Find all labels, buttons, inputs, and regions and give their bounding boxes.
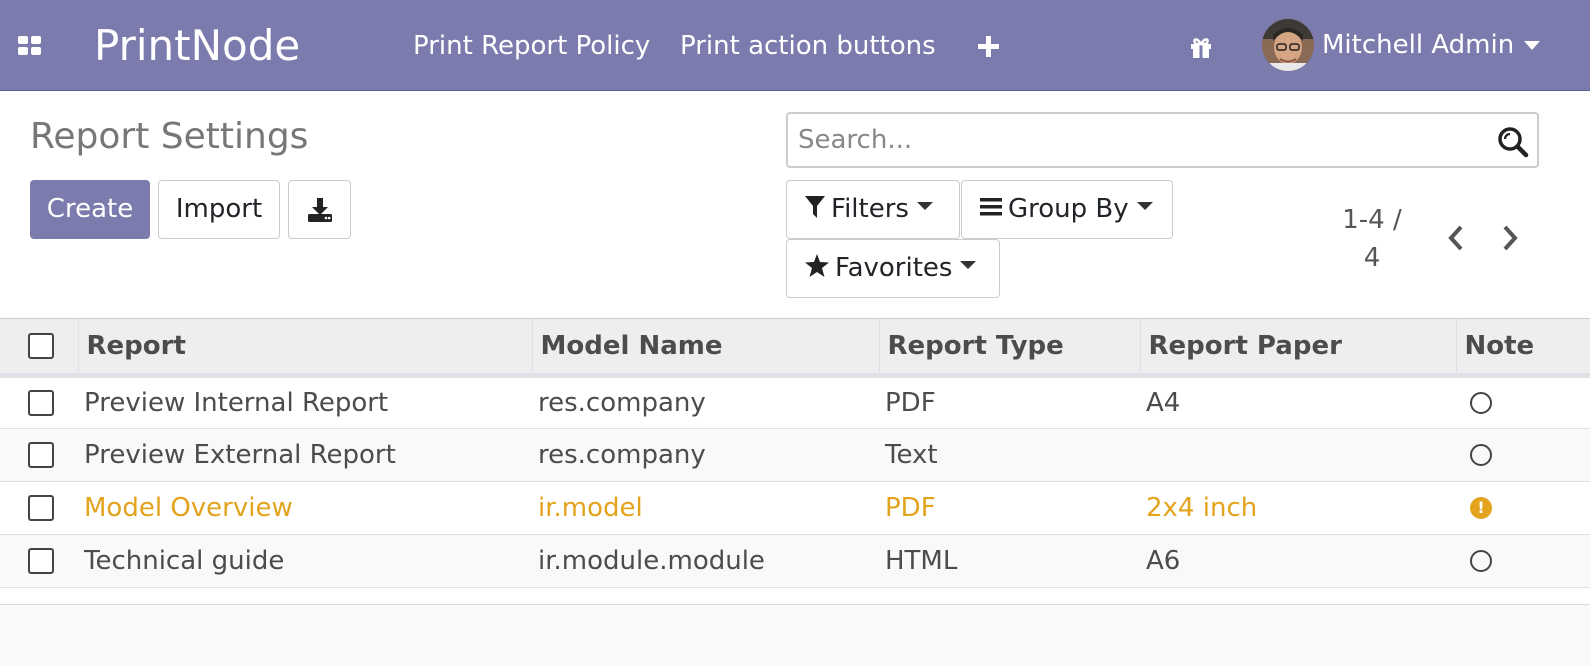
- pager-range: 1-4 /: [1342, 205, 1402, 235]
- cell-note: [1456, 534, 1590, 588]
- search-icon[interactable]: [1497, 126, 1529, 158]
- search-bar: [786, 112, 1539, 168]
- cell-report: Technical guide: [78, 534, 532, 588]
- cell-model: res.company: [532, 375, 879, 429]
- cell-model: ir.module.module: [532, 534, 879, 588]
- row-select-cell: [0, 481, 78, 535]
- menu-print-report-policy[interactable]: Print Report Policy: [413, 28, 650, 64]
- select-all-checkbox[interactable]: [28, 333, 54, 360]
- cell-report: Preview Internal Report: [78, 375, 532, 429]
- menu-print-action-buttons[interactable]: Print action buttons: [680, 28, 936, 64]
- table-header-row: Report Model Name Report Type Report Pap…: [0, 319, 1590, 378]
- plus-icon[interactable]: [976, 34, 1002, 60]
- apps-grid-icon[interactable]: [18, 36, 42, 56]
- gift-icon[interactable]: [1188, 34, 1214, 60]
- filters-dropdown[interactable]: Filters: [786, 180, 960, 239]
- cell-paper: A6: [1140, 534, 1456, 588]
- chevron-down-icon: [1136, 201, 1153, 210]
- cell-report: Preview External Report: [78, 428, 532, 482]
- row-select-cell: [0, 375, 78, 429]
- page-title: Report Settings: [30, 116, 309, 157]
- column-header-report-paper[interactable]: Report Paper: [1140, 319, 1457, 378]
- chevron-down-icon: [1524, 41, 1540, 50]
- table-row[interactable]: Technical guide ir.module.module HTML A6: [0, 534, 1590, 588]
- table-row[interactable]: Preview Internal Report res.company PDF …: [0, 375, 1590, 429]
- favorites-dropdown[interactable]: Favorites: [786, 239, 1000, 298]
- download-icon: [308, 198, 332, 222]
- app-brand[interactable]: PrintNode: [94, 18, 300, 74]
- chevron-right-icon[interactable]: [1498, 223, 1522, 253]
- circle-icon: [1470, 392, 1492, 414]
- import-button[interactable]: Import: [158, 180, 280, 239]
- search-input[interactable]: [798, 120, 1478, 160]
- cell-report: Model Overview: [78, 481, 532, 535]
- cell-model: res.company: [532, 428, 879, 482]
- chevron-down-icon: [960, 260, 977, 269]
- row-checkbox[interactable]: [28, 548, 54, 574]
- cell-paper: A4: [1140, 375, 1456, 429]
- group-by-label: Group By: [1008, 194, 1129, 224]
- favorites-label: Favorites: [835, 253, 953, 283]
- column-header-model-name[interactable]: Model Name: [532, 319, 880, 378]
- star-icon: [805, 254, 829, 277]
- chevron-down-icon: [916, 201, 933, 210]
- cell-note: !: [1456, 481, 1590, 535]
- cell-type: HTML: [879, 534, 1140, 588]
- filter-icon: [805, 195, 825, 218]
- table-row[interactable]: Preview External Report res.company Text: [0, 428, 1590, 482]
- cell-paper: [1140, 428, 1456, 482]
- chevron-left-icon[interactable]: [1444, 223, 1468, 253]
- row-checkbox[interactable]: [28, 442, 54, 468]
- select-all-cell: [0, 319, 79, 378]
- control-panel: Report Settings Create Import Filters Gr…: [0, 91, 1590, 319]
- table-row[interactable]: Model Overview ir.model PDF 2x4 inch !: [0, 481, 1590, 535]
- user-name: Mitchell Admin: [1322, 30, 1515, 60]
- exclamation-circle-icon: !: [1470, 497, 1492, 519]
- circle-icon: [1470, 444, 1492, 466]
- circle-icon: [1470, 550, 1492, 572]
- cell-note: [1456, 375, 1590, 429]
- cell-type: Text: [879, 428, 1140, 482]
- pager-value[interactable]: 1-4 / 4: [1332, 201, 1412, 277]
- row-checkbox[interactable]: [28, 495, 54, 521]
- row-select-cell: [0, 428, 78, 482]
- cell-type: PDF: [879, 481, 1140, 535]
- filters-label: Filters: [831, 194, 909, 224]
- row-select-cell: [0, 534, 78, 588]
- cell-note: [1456, 428, 1590, 482]
- cell-type: PDF: [879, 375, 1140, 429]
- list-view: Report Model Name Report Type Report Pap…: [0, 319, 1590, 605]
- group-by-dropdown[interactable]: Group By: [961, 180, 1173, 239]
- pager-total: 4: [1363, 243, 1381, 273]
- top-navbar: PrintNode Print Report Policy Print acti…: [0, 0, 1590, 91]
- column-header-note[interactable]: Note: [1456, 319, 1590, 378]
- column-header-report[interactable]: Report: [78, 319, 533, 378]
- cell-model: ir.model: [532, 481, 879, 535]
- column-header-report-type[interactable]: Report Type: [879, 319, 1141, 378]
- report-settings-table: Report Model Name Report Type Report Pap…: [0, 319, 1590, 588]
- cell-paper: 2x4 inch: [1140, 481, 1456, 535]
- list-icon: [980, 197, 1002, 215]
- download-button[interactable]: [288, 180, 351, 239]
- avatar: [1262, 19, 1314, 71]
- create-button[interactable]: Create: [30, 180, 150, 239]
- row-checkbox[interactable]: [28, 390, 54, 416]
